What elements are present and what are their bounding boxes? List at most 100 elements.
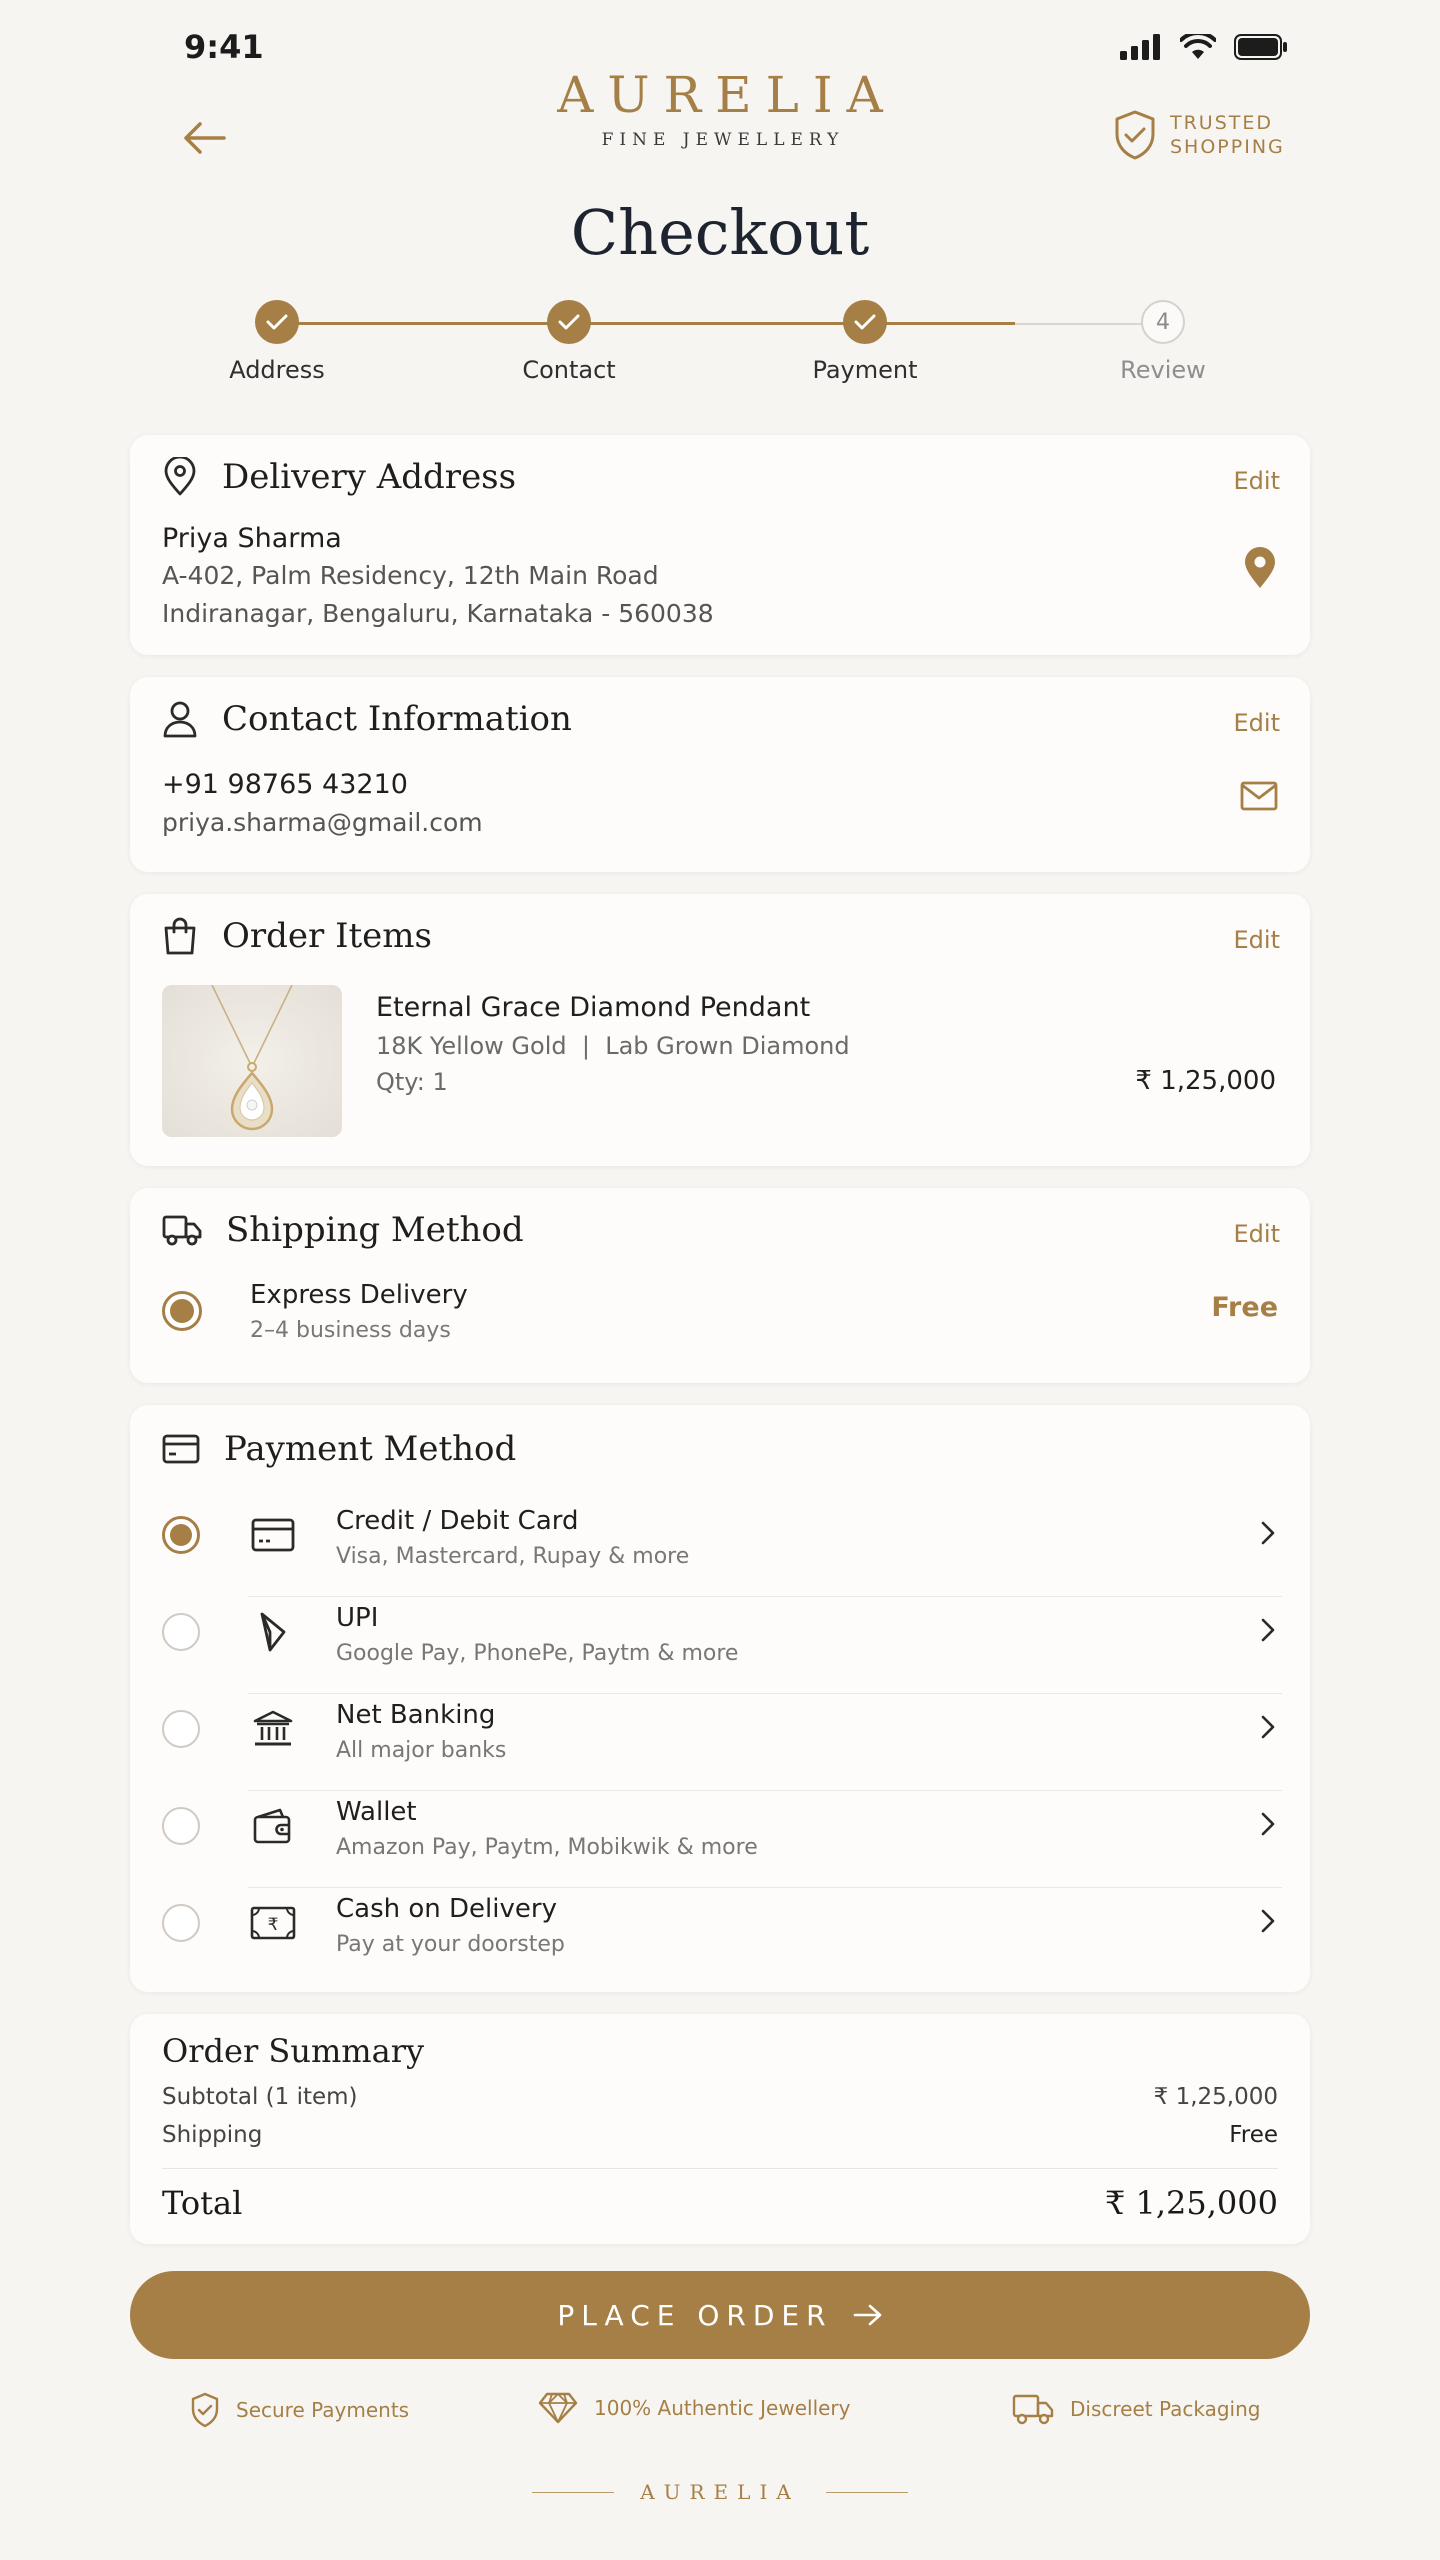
card-title: Payment Method bbox=[224, 1429, 517, 1469]
check-icon bbox=[854, 314, 876, 330]
shipping-value: Free bbox=[1229, 2122, 1278, 2148]
subtotal-value: ₹ 1,25,000 bbox=[1153, 2084, 1278, 2110]
summary-subtotal-row: Subtotal (1 item) ₹ 1,25,000 bbox=[162, 2084, 1278, 2110]
place-order-button[interactable]: PLACE ORDER bbox=[130, 2271, 1310, 2359]
card-title: Order Items bbox=[222, 916, 432, 956]
trusted-line-1: TRUSTED bbox=[1170, 112, 1274, 134]
edit-address-link[interactable]: Edit bbox=[1234, 467, 1280, 495]
payment-option-title: UPI bbox=[336, 1603, 379, 1633]
contact-email: priya.sharma@gmail.com bbox=[162, 808, 483, 837]
chevron-right-icon bbox=[1261, 1909, 1275, 1933]
payment-radio[interactable] bbox=[162, 1807, 200, 1845]
payment-option-title: Wallet bbox=[336, 1797, 417, 1827]
recipient-name: Priya Sharma bbox=[162, 523, 342, 554]
shipping-option-title: Express Delivery bbox=[250, 1280, 468, 1310]
page-title: Checkout bbox=[570, 196, 870, 269]
payment-method-card: Payment Method Credit / Debit Card Visa,… bbox=[130, 1405, 1310, 1992]
trust-secure: Secure Payments bbox=[190, 2392, 409, 2428]
product-image[interactable] bbox=[162, 985, 342, 1137]
step-complete-dot bbox=[547, 300, 591, 344]
upi-icon bbox=[260, 1612, 286, 1652]
shipping-option-sub: 2–4 business days bbox=[250, 1318, 451, 1343]
payment-option-sub: Amazon Pay, Paytm, Mobikwik & more bbox=[336, 1835, 758, 1860]
arrow-right-icon bbox=[853, 2304, 881, 2326]
step-complete-dot bbox=[843, 300, 887, 344]
check-icon bbox=[266, 314, 288, 330]
product-price: ₹ 1,25,000 bbox=[1135, 1066, 1276, 1096]
payment-option-card[interactable]: Credit / Debit Card Visa, Mastercard, Ru… bbox=[162, 1500, 1282, 1597]
pendant-image bbox=[162, 985, 342, 1137]
express-delivery-radio[interactable] bbox=[162, 1291, 202, 1331]
edit-items-link[interactable]: Edit bbox=[1234, 926, 1280, 954]
payment-option-wallet[interactable]: Wallet Amazon Pay, Paytm, Mobikwik & mor… bbox=[162, 1791, 1282, 1888]
footer-divider bbox=[532, 2491, 615, 2493]
summary-title: Order Summary bbox=[162, 2032, 425, 2070]
edit-shipping-link[interactable]: Edit bbox=[1234, 1220, 1280, 1248]
trust-packaging: Discreet Packaging bbox=[1012, 2392, 1261, 2426]
contact-info-card: Contact Information Edit +91 98765 43210… bbox=[130, 677, 1310, 872]
shopping-bag-icon bbox=[164, 917, 196, 955]
step-complete-dot bbox=[255, 300, 299, 344]
shipping-label: Shipping bbox=[162, 2122, 263, 2148]
shield-check-icon bbox=[191, 2392, 219, 2428]
location-pin-icon bbox=[164, 457, 196, 496]
credit-card-icon bbox=[162, 1434, 200, 1464]
status-time: 9:41 bbox=[184, 28, 264, 66]
card-title: Shipping Method bbox=[226, 1210, 524, 1250]
address-line-1: A-402, Palm Residency, 12th Main Road bbox=[162, 561, 659, 590]
payment-option-title: Net Banking bbox=[336, 1700, 496, 1730]
step-contact[interactable]: Contact bbox=[479, 300, 659, 384]
wallet-icon bbox=[253, 1808, 291, 1844]
order-items-card: Order Items Edit Eternal Grace Diamond P… bbox=[130, 894, 1310, 1166]
subtotal-label: Subtotal (1 item) bbox=[162, 2084, 358, 2110]
payment-option-sub: Pay at your doorstep bbox=[336, 1932, 565, 1957]
edit-contact-link[interactable]: Edit bbox=[1234, 709, 1280, 737]
checkout-stepper: Address Contact Payment 4 Review bbox=[0, 300, 1440, 390]
payment-radio-selected[interactable] bbox=[162, 1516, 200, 1554]
place-order-label: PLACE ORDER bbox=[557, 2298, 833, 2332]
trusted-line-2: SHOPPING bbox=[1170, 136, 1285, 158]
trust-authentic-label: 100% Authentic Jewellery bbox=[594, 2396, 851, 2420]
payment-option-netbanking[interactable]: Net Banking All major banks bbox=[162, 1694, 1282, 1791]
step-label: Contact bbox=[522, 356, 616, 384]
trust-packaging-label: Discreet Packaging bbox=[1070, 2397, 1261, 2421]
trust-secure-label: Secure Payments bbox=[236, 2398, 410, 2422]
product-spec: 18K Yellow Gold | Lab Grown Diamond bbox=[376, 1032, 850, 1060]
payment-option-sub: Visa, Mastercard, Rupay & more bbox=[336, 1544, 690, 1569]
step-number-dot: 4 bbox=[1141, 300, 1185, 344]
step-label: Payment bbox=[812, 356, 918, 384]
status-icons bbox=[1120, 34, 1288, 60]
mail-icon[interactable] bbox=[1240, 781, 1278, 811]
card-title: Contact Information bbox=[222, 699, 572, 739]
payment-option-sub: All major banks bbox=[336, 1738, 507, 1763]
chevron-right-icon bbox=[1261, 1521, 1275, 1545]
step-address[interactable]: Address bbox=[187, 300, 367, 384]
summary-divider bbox=[162, 2168, 1278, 2169]
payment-option-cod[interactable]: ₹ Cash on Delivery Pay at your doorstep bbox=[162, 1888, 1282, 1978]
delivery-address-card: Delivery Address Edit Priya Sharma A-402… bbox=[130, 435, 1310, 655]
contact-phone: +91 98765 43210 bbox=[162, 769, 408, 800]
payment-radio[interactable] bbox=[162, 1613, 200, 1651]
trust-badges: Secure Payments 100% Authentic Jewellery… bbox=[0, 2392, 1440, 2432]
user-icon bbox=[163, 701, 197, 738]
signal-icon bbox=[1120, 34, 1160, 60]
wifi-icon bbox=[1180, 34, 1216, 59]
payment-radio[interactable] bbox=[162, 1904, 200, 1942]
bank-icon bbox=[253, 1710, 293, 1746]
footer-divider bbox=[825, 2491, 908, 2493]
product-qty: Qty: 1 bbox=[376, 1068, 448, 1096]
footer-brand-name: AURELIA bbox=[640, 2480, 800, 2504]
payment-option-title: Credit / Debit Card bbox=[336, 1506, 579, 1536]
payment-option-upi[interactable]: UPI Google Pay, PhonePe, Paytm & more bbox=[162, 1597, 1282, 1694]
total-value: ₹ 1,25,000 bbox=[1104, 2184, 1278, 2222]
payment-option-sub: Google Pay, PhonePe, Paytm & more bbox=[336, 1641, 739, 1666]
chevron-right-icon bbox=[1261, 1812, 1275, 1836]
map-pin-icon[interactable] bbox=[1244, 547, 1276, 589]
summary-total-row: Total ₹ 1,25,000 bbox=[162, 2184, 1278, 2222]
step-review[interactable]: 4 Review bbox=[1073, 300, 1253, 384]
product-name[interactable]: Eternal Grace Diamond Pendant bbox=[376, 992, 810, 1023]
step-payment[interactable]: Payment bbox=[775, 300, 955, 384]
payment-radio[interactable] bbox=[162, 1710, 200, 1748]
address-line-2: Indiranagar, Bengaluru, Karnataka - 5600… bbox=[162, 599, 714, 628]
payment-option-title: Cash on Delivery bbox=[336, 1894, 557, 1924]
